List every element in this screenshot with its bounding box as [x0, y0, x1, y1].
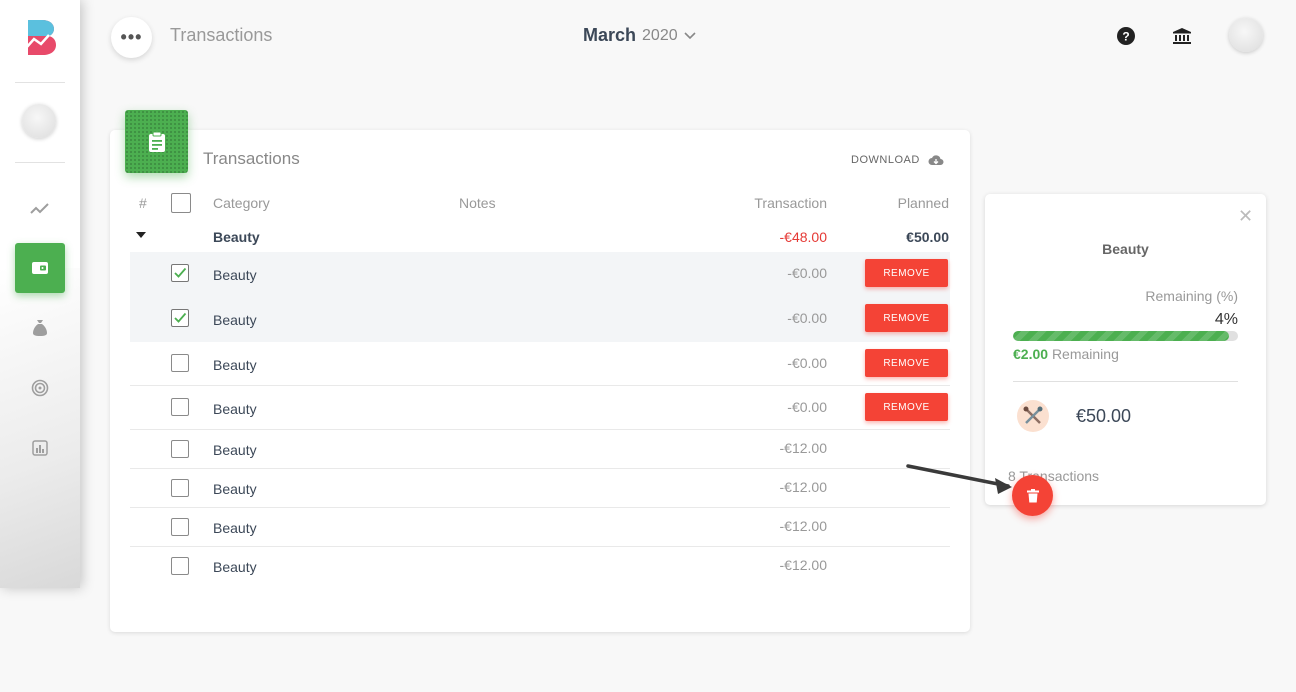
row-category: Beauty [213, 520, 257, 536]
progress-bar-fill [1013, 331, 1229, 341]
group-transaction-total: -€48.00 [779, 229, 827, 245]
remove-button[interactable]: REMOVE [865, 393, 948, 421]
beauty-tools-icon [1023, 406, 1043, 424]
row-category: Beauty [213, 559, 257, 575]
page-title: Transactions [170, 25, 273, 45]
trash-icon [1026, 488, 1039, 502]
menu-button[interactable]: ••• [111, 17, 152, 58]
user-avatar[interactable] [1229, 18, 1263, 52]
select-all-checkbox[interactable] [171, 193, 191, 213]
row-checkbox[interactable] [171, 264, 189, 282]
sidebar-item-transactions[interactable] [15, 243, 65, 293]
help-button[interactable]: ? [1116, 26, 1136, 46]
row-amount: -€12.00 [779, 479, 827, 495]
row-divider [130, 385, 950, 386]
download-label: DOWNLOAD [851, 154, 920, 166]
bank-button[interactable] [1172, 26, 1192, 46]
progress-bar [1013, 331, 1238, 341]
month-label: March [583, 25, 637, 45]
panel-title: Beauty [1102, 241, 1149, 257]
group-planned: €50.00 [906, 229, 949, 245]
row-amount: -€12.00 [779, 440, 827, 456]
row-checkbox[interactable] [171, 518, 189, 536]
row-amount: -€0.00 [787, 265, 827, 281]
column-header-planned: Planned [897, 195, 949, 211]
remaining-amount: €2.00 Remaining [1013, 346, 1119, 362]
column-header-transaction: Transaction [754, 195, 827, 211]
help-icon: ? [1117, 27, 1135, 45]
sidebar [0, 0, 80, 588]
row-category: Beauty [213, 442, 257, 458]
row-amount: -€0.00 [787, 399, 827, 415]
sidebar-item-goals[interactable] [15, 363, 65, 413]
clipboard-icon [148, 131, 165, 152]
row-divider [130, 546, 950, 547]
target-icon [31, 379, 49, 397]
chevron-down-icon [684, 31, 696, 39]
remaining-amount-label: Remaining [1051, 346, 1119, 362]
row-category: Beauty [213, 312, 257, 328]
remove-button[interactable]: REMOVE [865, 304, 948, 332]
row-checkbox[interactable] [171, 440, 189, 458]
collapse-triangle-icon[interactable] [136, 232, 146, 239]
cloud-download-icon [928, 154, 944, 165]
sidebar-item-trends[interactable] [15, 183, 65, 233]
row-divider [130, 468, 950, 469]
trend-icon [30, 203, 49, 214]
checkmark-icon [174, 267, 187, 278]
row-checkbox[interactable] [171, 557, 189, 575]
remaining-percent-label: Remaining (%) [1145, 288, 1238, 304]
category-icon [1017, 400, 1049, 432]
remove-button[interactable]: REMOVE [865, 259, 948, 287]
remaining-amount-value: €2.00 [1013, 346, 1049, 362]
svg-text:?: ? [1122, 30, 1129, 44]
column-header-notes: Notes [459, 195, 496, 211]
row-amount: -€0.00 [787, 310, 827, 326]
checkmark-icon [174, 312, 187, 323]
row-category: Beauty [213, 401, 257, 417]
row-checkbox[interactable] [171, 309, 189, 327]
selected-rows-highlight [130, 252, 950, 342]
planned-amount: €50.00 [1076, 406, 1132, 426]
row-amount: -€0.00 [787, 355, 827, 371]
row-category: Beauty [213, 481, 257, 497]
column-header-category: Category [213, 195, 270, 211]
year-label: 2020 [642, 26, 678, 44]
row-amount: -€12.00 [779, 557, 827, 573]
bank-icon [1173, 28, 1191, 44]
column-header-index: # [139, 195, 147, 211]
annotation-arrow [906, 464, 1012, 494]
row-checkbox[interactable] [171, 479, 189, 497]
sidebar-item-reports[interactable] [15, 423, 65, 473]
sidebar-divider [15, 162, 65, 163]
row-checkbox[interactable] [171, 354, 189, 372]
chart-icon [32, 440, 48, 456]
panel-divider [1013, 381, 1238, 382]
money-bag-icon [33, 320, 47, 336]
group-category: Beauty [213, 229, 260, 245]
remove-button[interactable]: REMOVE [865, 349, 948, 377]
row-divider [130, 507, 950, 508]
row-divider [130, 429, 950, 430]
row-category: Beauty [213, 357, 257, 373]
card-title: Transactions [203, 149, 300, 168]
card-header-icon [125, 110, 188, 173]
close-icon[interactable]: ✕ [1238, 206, 1253, 227]
avatar[interactable] [22, 104, 56, 138]
remaining-percent-value: 4% [1214, 311, 1238, 328]
row-amount: -€12.00 [779, 518, 827, 534]
month-selector[interactable]: March 2020 [583, 25, 696, 46]
row-category: Beauty [213, 267, 257, 283]
app-logo[interactable] [24, 18, 60, 56]
row-checkbox[interactable] [171, 398, 189, 416]
download-button[interactable]: DOWNLOAD [851, 154, 944, 166]
wallet-icon [32, 262, 48, 274]
sidebar-item-budget[interactable] [15, 303, 65, 353]
sidebar-divider [15, 82, 65, 83]
